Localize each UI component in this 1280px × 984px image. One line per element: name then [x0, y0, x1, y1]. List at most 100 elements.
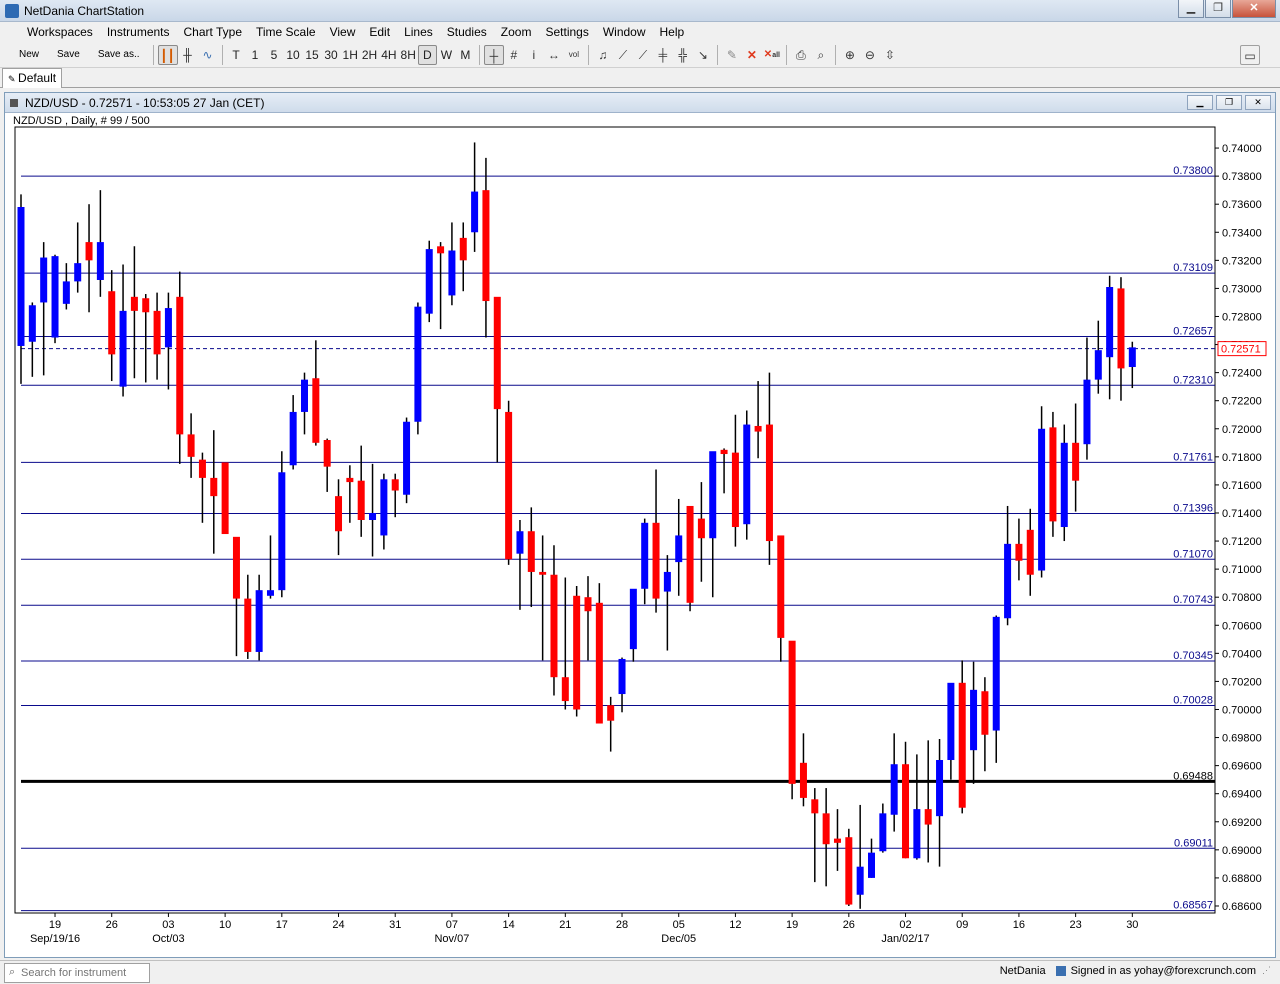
draw-line-icon[interactable]: ⟋ [613, 45, 633, 65]
menu-workspaces[interactable]: Workspaces [20, 22, 100, 42]
candle-bear [437, 246, 445, 254]
y-tick-label: 0.73200 [1222, 255, 1262, 267]
minimize-button[interactable]: ▁ [1178, 0, 1204, 18]
y-tick-label: 0.68600 [1222, 901, 1262, 913]
price-chart[interactable]: NZD/USD , Daily, # 99 / 500 0.74000 0.7380… [5, 113, 1275, 957]
signed-in-label: Signed in as yohay@forexcrunch.com [1070, 965, 1256, 977]
draw-channel-icon[interactable]: ╪ [653, 45, 673, 65]
timeframe-monthly[interactable]: M [456, 45, 475, 65]
delete-line-icon[interactable]: ✕ [742, 45, 762, 65]
x-tick-label: 17 [276, 919, 288, 931]
volume-icon[interactable]: vol [564, 45, 584, 65]
save-button[interactable]: Save [48, 44, 89, 66]
menu-studies[interactable]: Studies [440, 22, 494, 42]
candle-bear [493, 296, 501, 410]
candle-bear [845, 837, 853, 905]
candle-bull [936, 760, 944, 817]
candle-bull [278, 472, 286, 591]
candle-bull [1083, 379, 1091, 445]
candle-bear [573, 595, 581, 710]
scroll-arrows-icon[interactable]: ↔ [544, 45, 564, 65]
chart-window: NZD/USD - 0.72571 - 10:53:05 27 Jan (CET… [4, 92, 1276, 958]
draw-fib-icon[interactable]: ╬ [673, 45, 693, 65]
candle-bull [629, 588, 637, 650]
window-title: NetDania ChartStation [24, 4, 145, 18]
delete-all-icon[interactable]: ✕all [762, 45, 782, 65]
restore-button[interactable]: ❐ [1205, 0, 1231, 18]
menu-edit[interactable]: Edit [362, 22, 397, 42]
menu-chart-type[interactable]: Chart Type [177, 22, 249, 42]
candle-bear [958, 682, 966, 808]
zoom-in-icon[interactable]: ⊕ [840, 45, 860, 65]
info-icon[interactable]: i [524, 45, 544, 65]
tab-default[interactable]: ✎ Default [2, 68, 62, 88]
timeframe-15m[interactable]: 15 [303, 45, 322, 65]
horizontal-line-label: 0.71070 [1173, 548, 1213, 560]
line-chart-icon[interactable]: ∿ [198, 45, 218, 65]
menu-zoom[interactable]: Zoom [494, 22, 539, 42]
save-as-button[interactable]: Save as.. [89, 44, 149, 66]
x-tick-label: 05 [673, 919, 685, 931]
resize-grip-icon[interactable]: ⋰ [1262, 965, 1274, 977]
draw-arrow-icon[interactable]: ↘ [693, 45, 713, 65]
chart-restore-button[interactable]: ❐ [1216, 95, 1242, 110]
candle-bull [1038, 428, 1046, 571]
menu-window[interactable]: Window [596, 22, 653, 42]
candle-bear [595, 602, 603, 724]
x-tick-label: 09 [956, 919, 968, 931]
y-tick-label: 0.68800 [1222, 873, 1262, 885]
grid-icon[interactable]: # [504, 45, 524, 65]
alert-bell-icon[interactable]: ♫ [593, 45, 613, 65]
candle-bull [96, 242, 104, 280]
timeframe-30m[interactable]: 30 [322, 45, 341, 65]
chart-close-button[interactable]: ✕ [1245, 95, 1271, 110]
close-button[interactable]: ✕ [1232, 0, 1276, 18]
draw-trend-icon[interactable]: ⟋ [633, 45, 653, 65]
chart-window-title-bar: NZD/USD - 0.72571 - 10:53:05 27 Jan (CET… [5, 93, 1275, 113]
timeframe-weekly[interactable]: W [437, 45, 456, 65]
menu-settings[interactable]: Settings [538, 22, 595, 42]
timeframe-5m[interactable]: 5 [265, 45, 284, 65]
instrument-search[interactable]: ⌕ [4, 963, 150, 983]
new-button[interactable]: New [10, 44, 48, 66]
menu-instruments[interactable]: Instruments [100, 22, 177, 42]
candle-bear [335, 496, 343, 532]
menu-view[interactable]: View [323, 22, 363, 42]
x-tick-label: 19 [49, 919, 61, 931]
panel-toggle-icon[interactable]: ▭ [1240, 44, 1260, 65]
print-icon[interactable]: ⎙ [791, 45, 811, 65]
timeframe-10m[interactable]: 10 [284, 45, 303, 65]
crosshair-icon[interactable]: ┼ [483, 44, 504, 65]
x-month-label: Oct/03 [152, 933, 184, 945]
zoom-out-icon[interactable]: ⊖ [860, 45, 880, 65]
print-preview-icon[interactable]: ⌕ [811, 45, 831, 65]
timeframe-1h[interactable]: 1H [341, 45, 360, 65]
x-tick-label: 28 [616, 919, 628, 931]
timeframe-2h[interactable]: 2H [360, 45, 379, 65]
timeframe-daily[interactable]: D [417, 44, 437, 65]
x-tick-label: 03 [162, 919, 174, 931]
menu-help[interactable]: Help [653, 22, 692, 42]
candlestick-chart-icon[interactable]: ┃┃ [157, 44, 178, 65]
candle-bear [210, 477, 218, 497]
timeframe-tick[interactable]: T [227, 45, 246, 65]
timeframe-4h[interactable]: 4H [379, 45, 398, 65]
candle-bear [108, 291, 116, 355]
pencil-icon[interactable]: ✎ [722, 45, 742, 65]
menu-time-scale[interactable]: Time Scale [249, 22, 323, 42]
zoom-fit-icon[interactable]: ⇳ [880, 45, 900, 65]
timeframe-1m[interactable]: 1 [246, 45, 265, 65]
chart-minimize-button[interactable]: ▁ [1187, 95, 1213, 110]
candle-bear [833, 838, 841, 843]
y-tick-label: 0.73400 [1222, 227, 1262, 239]
timeframe-8h[interactable]: 8H [399, 45, 418, 65]
search-input[interactable] [21, 966, 147, 980]
x-tick-label: 12 [729, 919, 741, 931]
menu-lines[interactable]: Lines [397, 22, 440, 42]
candle-bull [369, 512, 377, 520]
tab-label: Default [18, 71, 57, 85]
candle-bull [992, 616, 1000, 731]
horizontal-line-label: 0.72310 [1173, 374, 1213, 386]
candle-bear [1026, 529, 1034, 575]
bar-chart-icon[interactable]: ╫ [178, 45, 198, 65]
